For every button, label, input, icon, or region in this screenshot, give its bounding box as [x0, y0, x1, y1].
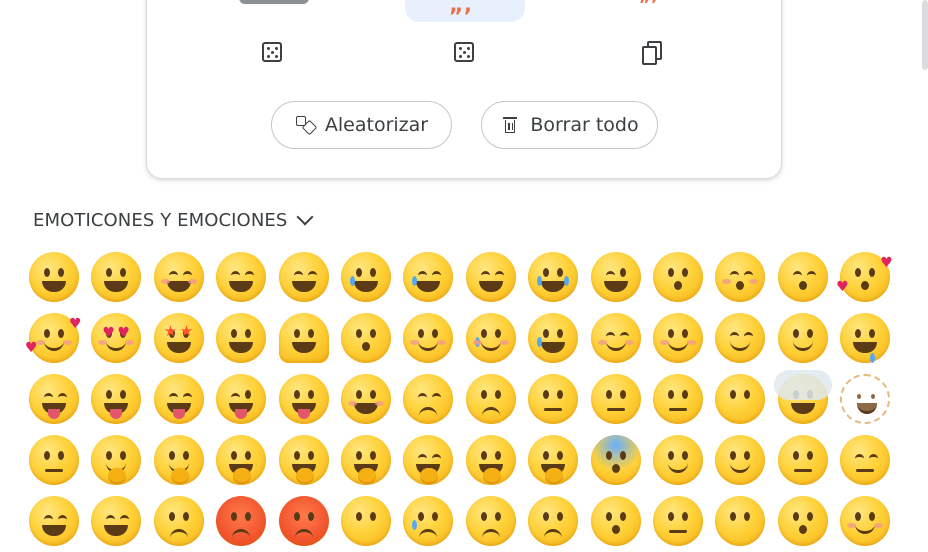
category-title: EMOTICONES Y EMOCIONES	[33, 209, 288, 231]
copy-icon[interactable]	[641, 41, 667, 67]
emoji-winking-face-tongue[interactable]	[216, 374, 267, 424]
emoji-kissing-face[interactable]	[653, 252, 703, 302]
emoji-slightly-smiling-face[interactable]	[403, 313, 454, 363]
emoji-zany-face[interactable]	[278, 374, 329, 424]
emoji-grinning-face-big-eyes[interactable]	[91, 252, 142, 302]
emoji-beaming-face[interactable]	[216, 252, 267, 302]
emoji-face-in-clouds[interactable]	[773, 370, 832, 424]
emoji-face-savoring-food[interactable]	[29, 374, 79, 424]
emoji-grinning-squinting-face[interactable]	[278, 252, 329, 302]
emoji-hugging-face[interactable]	[465, 435, 516, 485]
emoji-face-raised-eyebrow[interactable]	[653, 435, 703, 485]
category-header[interactable]: EMOTICONES Y EMOCIONES	[33, 207, 314, 233]
emoji-grinning-face-smiling-eyes[interactable]	[153, 252, 204, 302]
emoji-face-open-eyes-hand-over-mouth[interactable]	[341, 435, 391, 485]
emoji-face-rolling-eyes[interactable]	[840, 435, 891, 485]
emoji-confounded-face[interactable]	[91, 496, 142, 546]
clear-all-button[interactable]: Borrar todo	[481, 101, 658, 149]
emoji-expressionless-face[interactable]	[590, 374, 641, 424]
emoji-thinking-face[interactable]	[153, 435, 204, 485]
slot-fragment: „‚	[449, 0, 472, 18]
emoji-smiling-face-hearts[interactable]: ♥ ♥	[25, 313, 82, 363]
emoji-smiling-face-tear[interactable]	[465, 313, 516, 363]
emoji-pensive-face[interactable]	[403, 374, 454, 424]
page-scrollbar[interactable]	[922, 0, 928, 70]
emoji-grimacing-face[interactable]	[528, 374, 579, 424]
emoji-smiling-face-2[interactable]	[840, 496, 891, 546]
emoji-yawning-face[interactable]	[403, 435, 454, 485]
emoji-grid: ♥ ♥ ♥ ♥ ♥ ♥ ★ ★	[25, 252, 909, 552]
emoji-relieved-face[interactable]	[715, 313, 766, 363]
emoji-partying-face[interactable]	[216, 313, 267, 363]
emoji-grinning-face[interactable]	[29, 252, 79, 302]
right-emoji-slot-selected[interactable]: „‚	[405, 0, 525, 22]
emoji-persevering-face[interactable]	[29, 496, 79, 546]
emoji-saluting-face[interactable]	[91, 435, 142, 485]
emoji-face-with-monocle[interactable]	[715, 435, 766, 485]
emoji-neutral-face[interactable]	[653, 374, 703, 424]
emoji-face-without-mouth-2[interactable]	[715, 496, 766, 546]
left-emoji-slot[interactable]	[239, 0, 309, 4]
emoji-smirking-face[interactable]	[777, 313, 828, 363]
randomize-left-dice-icon[interactable]	[261, 41, 287, 67]
emoji-smiling-face[interactable]	[653, 313, 703, 363]
emoji-unamused-face[interactable]	[777, 435, 828, 485]
emoji-drooling-face[interactable]	[840, 313, 891, 363]
randomize-button[interactable]: Aleatorizar	[271, 101, 452, 149]
emoji-hushed-face[interactable]	[590, 496, 641, 546]
emoji-face-screaming-in-fear[interactable]	[590, 435, 641, 485]
emoji-face-blowing-kiss[interactable]: ♥ ♥	[836, 252, 893, 302]
emoji-face-with-tongue[interactable]	[91, 374, 142, 424]
emoji-kissing-face-smiling-eyes[interactable]	[715, 252, 766, 302]
randomize-label: Aleatorizar	[324, 114, 429, 136]
emoji-face-tears-of-joy[interactable]	[403, 252, 454, 302]
emoji-upside-down-face[interactable]	[341, 313, 391, 363]
result-emoji-slot[interactable]: „‚	[637, 0, 677, 7]
emoji-face-hand-over-mouth[interactable]	[278, 435, 329, 485]
emoji-face-peeking-eye[interactable]	[528, 435, 579, 485]
emoji-shushing-face[interactable]	[216, 435, 267, 485]
emoji-smiling-face-heart-eyes[interactable]: ♥ ♥	[91, 313, 142, 363]
slot-fragment: „‚	[639, 0, 658, 7]
emoji-grinning-face-sweat[interactable]	[341, 252, 391, 302]
emoji-face-without-mouth[interactable]	[715, 374, 766, 424]
emoji-pleading-face[interactable]	[465, 374, 516, 424]
emoji-dotted-line-face[interactable]	[840, 374, 891, 424]
emoji-anxious-face[interactable]	[528, 496, 579, 546]
emoji-squinting-face-tongue[interactable]	[153, 374, 204, 424]
randomize-right-dice-icon[interactable]	[453, 41, 479, 67]
emoji-kissing-face-closed-eyes[interactable]	[777, 252, 828, 302]
emoji-mixer-card: „‚ „‚ Aleatorizar Borrar todo	[146, 0, 782, 179]
clear-all-label: Borrar todo	[530, 114, 639, 136]
emoji-downcast-face-sweat[interactable]	[403, 496, 454, 546]
emoji-worried-face[interactable]	[465, 496, 516, 546]
shuffle-icon	[295, 114, 318, 136]
trash-icon	[500, 114, 522, 136]
emoji-star-struck[interactable]: ★ ★	[153, 313, 204, 363]
emoji-pouting-face[interactable]	[278, 496, 329, 546]
emoji-frowning-face[interactable]	[153, 496, 204, 546]
emoji-face-no-mouth[interactable]	[341, 496, 391, 546]
emoji-zipper-mouth-face[interactable]	[29, 435, 79, 485]
chevron-down-icon[interactable]	[296, 208, 314, 226]
emoji-loudly-crying-face[interactable]	[528, 252, 579, 302]
emoji-face-exhaling[interactable]	[777, 496, 828, 546]
emoji-face-holding-back-tears[interactable]	[528, 313, 579, 363]
emoji-angry-face[interactable]	[216, 496, 267, 546]
emoji-smiling-face-smiling-eyes[interactable]	[590, 313, 641, 363]
emoji-winking-face[interactable]	[590, 252, 641, 302]
emoji-rolling-on-floor-laughing[interactable]	[465, 252, 516, 302]
emoji-melting-face[interactable]	[278, 313, 329, 363]
emoji-woozy-face[interactable]	[341, 374, 391, 424]
emoji-neutral-face-2[interactable]	[653, 496, 703, 546]
emoji-kitchen-page: { "top_card": { "slot_fragments": {"midd…	[0, 0, 928, 546]
